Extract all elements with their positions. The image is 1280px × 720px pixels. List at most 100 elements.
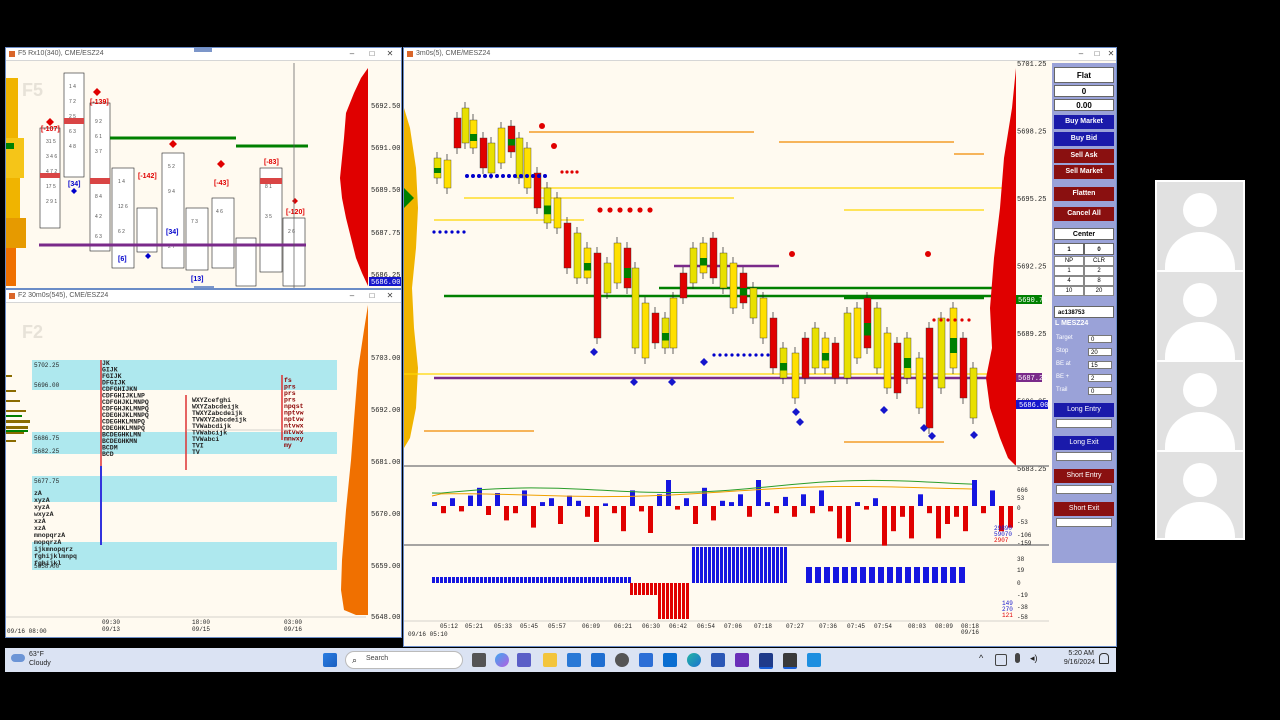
buy-bid-button[interactable]: Buy Bid	[1054, 132, 1114, 146]
osc1-bar	[684, 498, 689, 506]
svg-text:8 4: 8 4	[95, 194, 102, 200]
svg-text:5702.25: 5702.25	[34, 362, 60, 369]
sell-ask-button[interactable]: Sell Ask	[1054, 149, 1114, 163]
osc2-bar	[650, 583, 653, 595]
copilot-icon[interactable]	[495, 653, 509, 667]
volume-icon[interactable]: ◂)	[1030, 653, 1038, 664]
qty-preset-cell[interactable]: 4	[1054, 276, 1084, 286]
signal-dot	[766, 353, 770, 357]
osc2-bar	[600, 577, 603, 583]
qty-preset-cell[interactable]: 8	[1084, 276, 1114, 286]
outlook-icon[interactable]	[663, 653, 677, 667]
buy-market-button[interactable]: Buy Market	[1054, 115, 1114, 129]
word-icon[interactable]	[711, 653, 725, 667]
strategy-button[interactable]: Short Exit	[1054, 502, 1114, 516]
microphone-icon[interactable]	[1015, 653, 1020, 663]
trading-window-icon[interactable]	[783, 653, 797, 669]
osc2-bar	[440, 577, 443, 583]
visual-studio-icon[interactable]	[735, 653, 749, 667]
strategy-select[interactable]	[1056, 485, 1112, 494]
candle-body	[937, 317, 946, 389]
osc2-bar	[476, 577, 479, 583]
osc1-bar	[873, 498, 878, 506]
time-label: 05:33	[494, 623, 512, 630]
candle-body	[925, 327, 934, 429]
svg-text:5696.00: 5696.00	[34, 382, 60, 389]
candle-body	[573, 232, 582, 279]
osc2-bar	[464, 577, 467, 583]
mail-icon[interactable]	[591, 653, 605, 667]
qty-input[interactable]: 1	[1054, 243, 1084, 255]
strategy-select[interactable]	[1056, 452, 1112, 461]
osc2-bar	[496, 577, 499, 583]
osc1-bar	[846, 506, 851, 542]
strategy-button[interactable]: Short Entry	[1054, 469, 1114, 483]
file-explorer-icon[interactable]	[543, 653, 557, 667]
svg-text:12 6: 12 6	[118, 204, 128, 210]
settings-gear-icon[interactable]	[615, 653, 629, 667]
teams-icon[interactable]	[517, 653, 531, 667]
f2-chart-window[interactable]: F2 30m0s(545), CME/ESZ24 – □ ✕ F2 5702.2…	[5, 289, 402, 638]
qty-preset-cell[interactable]: CLR	[1084, 256, 1114, 266]
sell-market-button[interactable]: Sell Market	[1054, 165, 1114, 179]
osc2-bar	[500, 577, 503, 583]
qty-preset-cell[interactable]: 10	[1054, 286, 1084, 296]
signal-dot	[627, 207, 633, 213]
setting-spinner[interactable]: 2	[1088, 374, 1112, 382]
setting-spinner[interactable]: 0	[1088, 335, 1112, 343]
tpo-row: BCD	[102, 451, 114, 458]
svg-text:7 2: 7 2	[69, 99, 76, 105]
setting-spinner[interactable]: 20	[1088, 348, 1112, 356]
weather-widget[interactable]: 63°F Cloudy	[11, 651, 71, 669]
account-select[interactable]: ac138753	[1054, 306, 1114, 318]
strategy-button[interactable]: Long Exit	[1054, 436, 1114, 450]
tray-chevron-icon[interactable]: ^	[979, 653, 983, 663]
tpo-row: mnopqrzA	[34, 532, 65, 539]
svg-text:9 2: 9 2	[95, 119, 102, 125]
f5-chart-window[interactable]: F5 Rx10(340), CME/ESZ24 – □ ✕ F5 31 5 3 …	[5, 47, 402, 289]
qty-preset-cell[interactable]: NP	[1054, 256, 1084, 266]
store-icon[interactable]	[567, 653, 581, 667]
osc2-bar	[432, 577, 435, 583]
cancel-all-button[interactable]: Cancel All	[1054, 207, 1114, 221]
signal-dot	[570, 170, 574, 174]
clock-date[interactable]: 9/16/2024	[1055, 659, 1095, 666]
qty-preset-cell[interactable]: 2	[1084, 266, 1114, 276]
osc2-bar	[540, 577, 543, 583]
time-label: 07:36	[819, 623, 837, 630]
price-label: 5701.25	[1017, 61, 1046, 69]
osc2-bar	[696, 547, 699, 583]
signal-dot	[565, 170, 569, 174]
media-icon[interactable]	[639, 653, 653, 667]
tpo-row: xyzA	[34, 497, 50, 504]
candle-body	[533, 172, 542, 209]
signal-diamond	[590, 348, 598, 356]
search-box[interactable]: ⌕ Search	[345, 651, 463, 669]
center-button[interactable]: Center	[1054, 228, 1114, 240]
clock-time[interactable]: 5:20 AM	[1060, 650, 1094, 657]
main-chart-window[interactable]: 3m0s(5), CME/MESZ24 – □ ✕ 5701.25 5698.2…	[403, 47, 1117, 647]
price-label: 5683.25	[1017, 466, 1046, 474]
qty-preset-cell[interactable]: 20	[1084, 286, 1114, 296]
taskbar: 63°F Cloudy ⌕ Search ^ ◂) 5:20 AM 9/16/2…	[5, 648, 1116, 672]
flatten-button[interactable]: Flatten	[1054, 187, 1114, 201]
strategy-select[interactable]	[1056, 518, 1112, 527]
osc2-bar	[752, 547, 755, 583]
setting-spinner[interactable]: 0	[1088, 387, 1112, 395]
task-view-icon[interactable]	[472, 653, 486, 667]
qty-preset-cell[interactable]: 1	[1054, 266, 1084, 276]
setting-spinner[interactable]: 15	[1088, 361, 1112, 369]
start-icon[interactable]	[323, 653, 337, 667]
osc2-bar	[572, 577, 575, 583]
strategy-select[interactable]	[1056, 419, 1112, 428]
remote-desktop-icon[interactable]	[807, 653, 821, 667]
trading-app-icon[interactable]	[759, 653, 773, 669]
strategy-button[interactable]: Long Entry	[1054, 403, 1114, 417]
osc2-bar	[552, 577, 555, 583]
notification-bell-icon[interactable]	[1099, 653, 1109, 664]
network-icon[interactable]	[995, 654, 1007, 666]
edge-icon[interactable]	[687, 653, 701, 667]
osc2-bar	[480, 577, 483, 583]
osc2-bar	[806, 567, 812, 583]
svg-text:5681.00: 5681.00	[371, 459, 400, 467]
